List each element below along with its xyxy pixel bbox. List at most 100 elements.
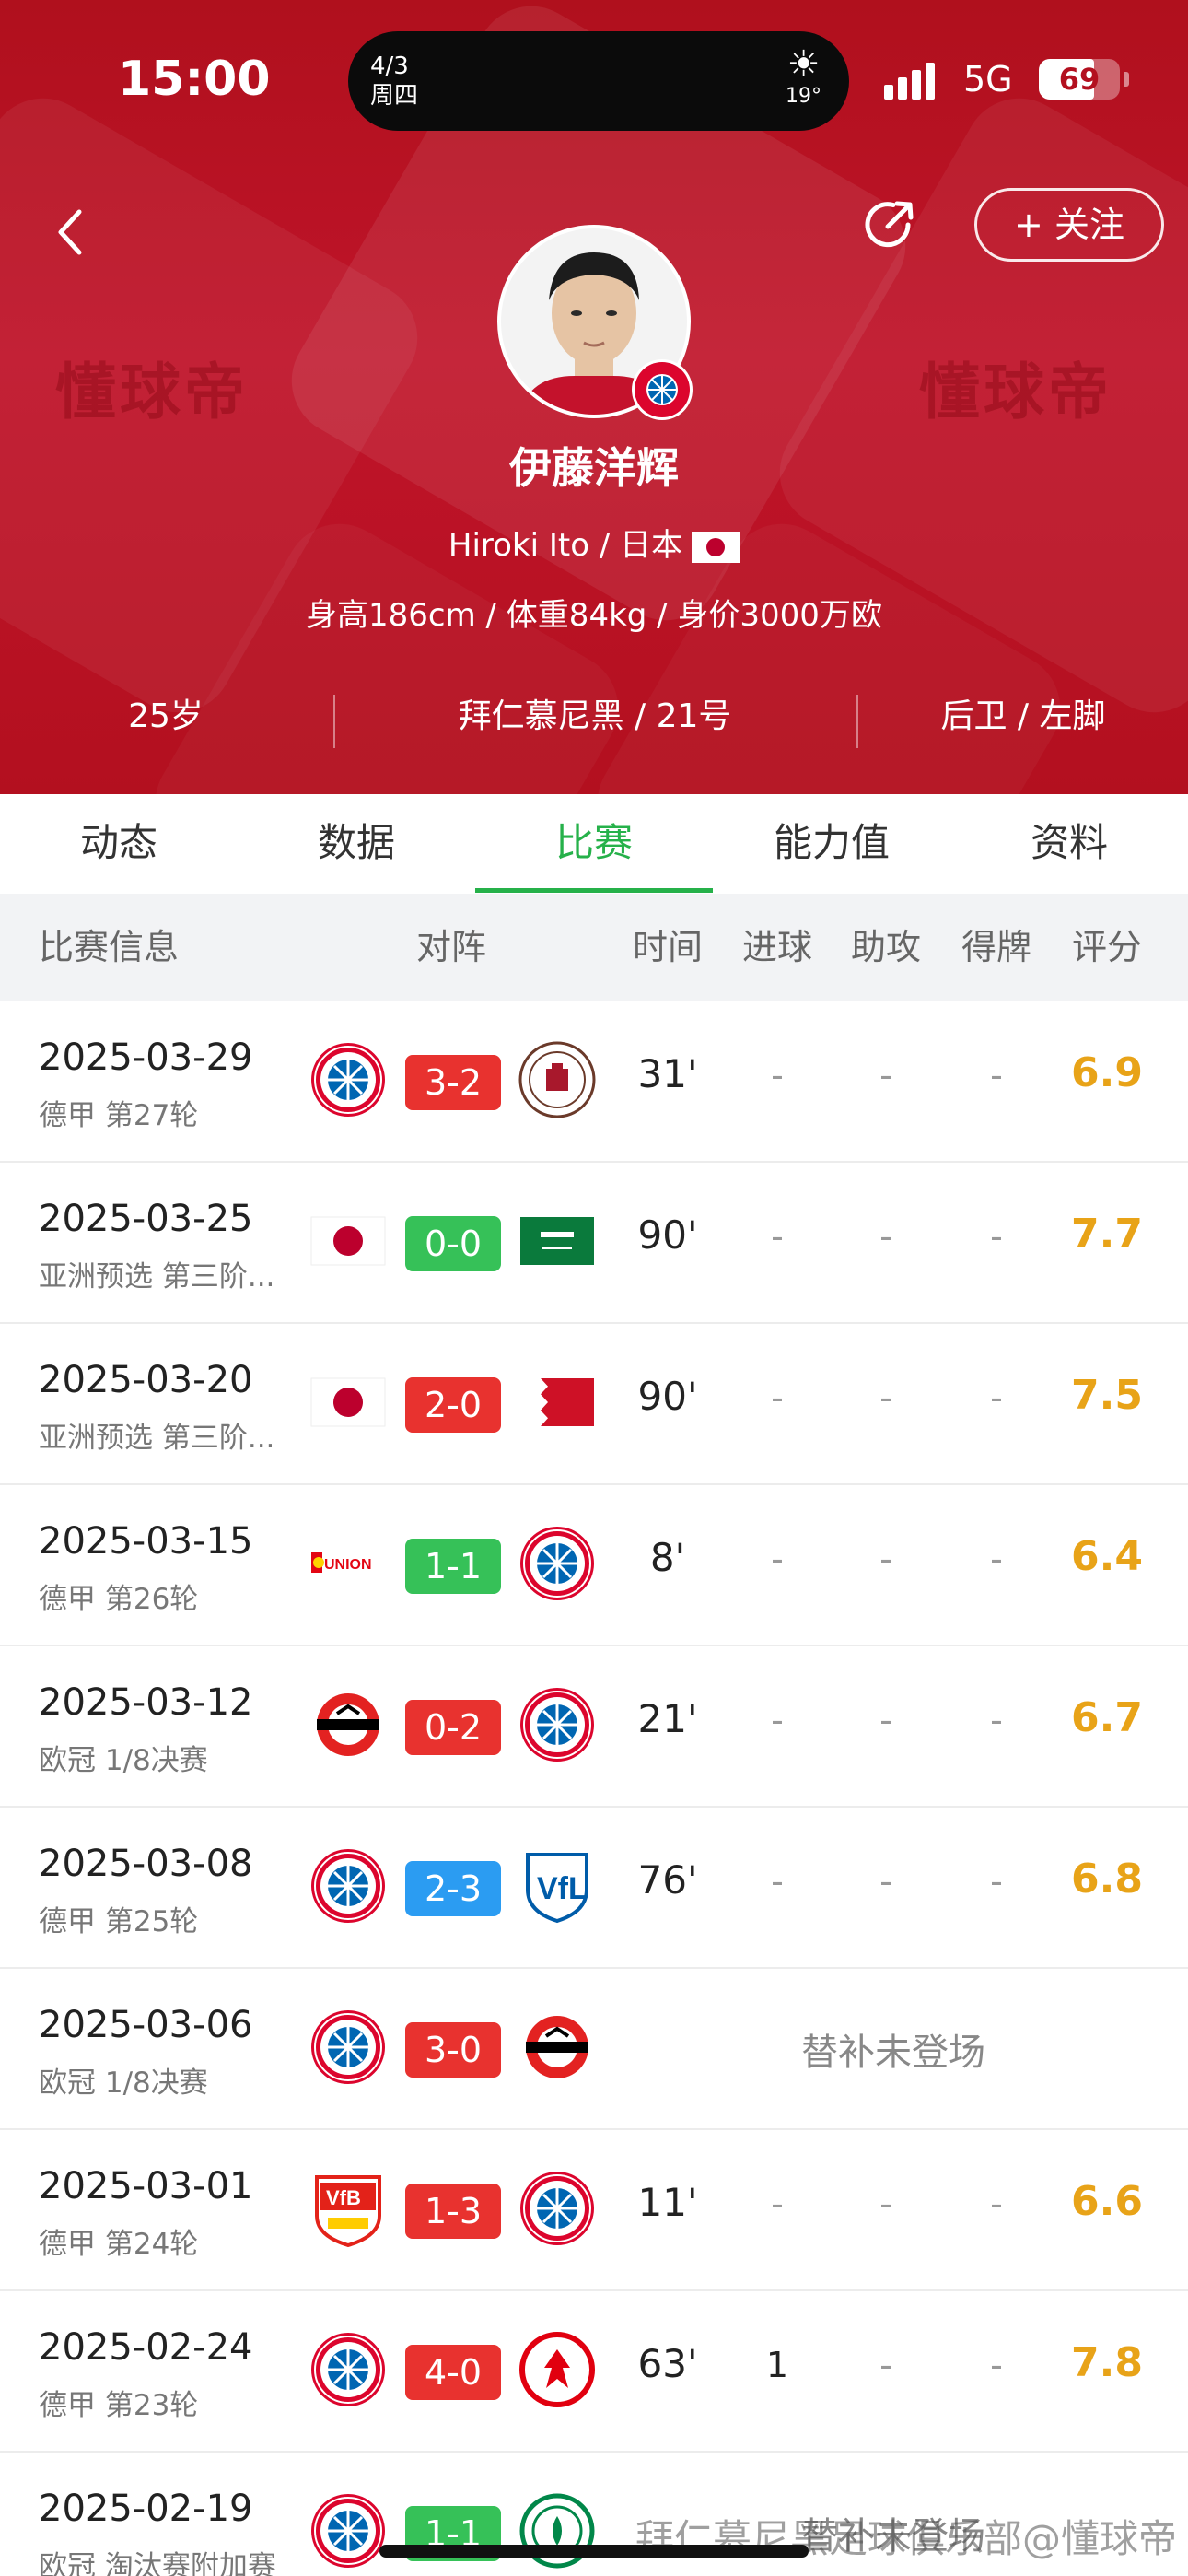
temperature: 19° bbox=[786, 85, 821, 108]
cards-value: - bbox=[990, 1216, 1003, 1257]
match-score: 2-3 bbox=[405, 1861, 501, 1916]
stuttgart-logo-icon: VfB bbox=[309, 2170, 387, 2247]
sun-icon: ☀ bbox=[786, 43, 821, 86]
tab-matches[interactable]: 比赛 bbox=[475, 794, 713, 894]
svg-text:VfL: VfL bbox=[537, 1871, 588, 1906]
match-score: 1-1 bbox=[405, 1539, 501, 1594]
saudi-logo-icon bbox=[518, 1202, 596, 1280]
assists-value: - bbox=[879, 1700, 892, 1740]
header-rating: 评分 bbox=[1071, 927, 1142, 967]
assists-value: - bbox=[879, 2184, 892, 2224]
watermark-logo: 懂球帝 bbox=[919, 357, 1112, 427]
player-header: 懂球帝 懂球帝 15:00 4/3 周四 ☀ 19° 5G 69 + 关注 伊藤… bbox=[0, 0, 1188, 794]
goals-value: - bbox=[771, 1700, 784, 1740]
bayern-logo-icon bbox=[309, 2331, 387, 2408]
club-badge-icon bbox=[632, 359, 693, 420]
match-row[interactable]: 2025-03-06 欧冠 1/8决赛 3-0 替补未登场 bbox=[0, 1969, 1188, 2130]
minutes-played: 76' bbox=[637, 1857, 698, 1903]
match-date: 2025-03-20 bbox=[39, 1359, 253, 1401]
header-matchup: 对阵 bbox=[415, 927, 486, 967]
tab-profile[interactable]: 资料 bbox=[950, 794, 1188, 894]
match-score: 2-0 bbox=[405, 1377, 501, 1433]
match-rating: 7.7 bbox=[1071, 1211, 1143, 1258]
match-row[interactable]: 2025-03-20 亚洲预选 第三阶... 2-0 90' - - - 7.5 bbox=[0, 1324, 1188, 1485]
assists-value: - bbox=[879, 1539, 892, 1579]
match-competition: 德甲 第23轮 bbox=[39, 2389, 199, 2422]
tab-ability[interactable]: 能力值 bbox=[713, 794, 950, 894]
match-row[interactable]: 2025-03-08 德甲 第25轮 2-3 VfL 76' - - - 6.8 bbox=[0, 1808, 1188, 1969]
match-rating: 6.6 bbox=[1071, 2178, 1143, 2225]
assists-value: - bbox=[879, 1377, 892, 1418]
player-info-row: 25岁 拜仁慕尼黑 / 21号 后卫 / 左脚 bbox=[0, 689, 1188, 754]
battery-cap bbox=[1124, 72, 1129, 87]
match-competition: 德甲 第24轮 bbox=[39, 2228, 199, 2261]
goals-value: - bbox=[771, 1539, 784, 1579]
match-score: 3-2 bbox=[405, 1055, 501, 1110]
header-info: 比赛信息 bbox=[39, 927, 180, 967]
leverkusen-logo-icon bbox=[309, 1686, 387, 1763]
match-row[interactable]: 2025-02-24 德甲 第23轮 4-0 63' 1 - - 7.8 bbox=[0, 2291, 1188, 2453]
match-score: 0-0 bbox=[405, 1216, 501, 1271]
japan-flag-icon bbox=[692, 531, 740, 563]
match-competition: 欧冠 1/8决赛 bbox=[39, 1744, 208, 1777]
minutes-played: 11' bbox=[637, 2180, 698, 2225]
cards-value: - bbox=[990, 1861, 1003, 1902]
cards-value: - bbox=[990, 1377, 1003, 1418]
tab-news[interactable]: 动态 bbox=[0, 794, 238, 894]
assists-value: - bbox=[879, 2345, 892, 2385]
player-nationality: Hiroki Ito / 日本 bbox=[0, 520, 1188, 565]
match-date: 2025-02-24 bbox=[39, 2326, 253, 2369]
match-competition: 欧冠 1/8决赛 bbox=[39, 2067, 208, 2100]
match-rating: 6.9 bbox=[1071, 1049, 1143, 1096]
goals-value: 1 bbox=[765, 2345, 789, 2385]
network-type: 5G bbox=[963, 59, 1013, 100]
match-competition: 德甲 第27轮 bbox=[39, 1099, 199, 1132]
cards-value: - bbox=[990, 1700, 1003, 1740]
minutes-played: 8' bbox=[649, 1535, 686, 1580]
minutes-played: 90' bbox=[637, 1212, 698, 1258]
svg-text:VfB: VfB bbox=[326, 2186, 361, 2209]
match-row[interactable]: 2025-03-12 欧冠 1/8决赛 0-2 21' - - - 6.7 bbox=[0, 1646, 1188, 1808]
union-logo-icon: UNION bbox=[309, 1525, 387, 1602]
match-date: 2025-03-08 bbox=[39, 1843, 253, 1885]
follow-button[interactable]: + 关注 bbox=[974, 188, 1164, 262]
share-icon[interactable] bbox=[860, 195, 919, 254]
match-score: 4-0 bbox=[405, 2345, 501, 2400]
match-row[interactable]: 2025-03-01 德甲 第24轮 VfB 1-3 11' - - - 6.6 bbox=[0, 2130, 1188, 2291]
assists-value: - bbox=[879, 1861, 892, 1902]
match-date: 2025-03-29 bbox=[39, 1036, 253, 1079]
match-date: 2025-03-06 bbox=[39, 2004, 253, 2046]
match-score: 3-0 bbox=[405, 2022, 501, 2078]
match-row[interactable]: 2025-03-15 德甲 第26轮 UNION 1-1 8' - - - 6.4 bbox=[0, 1485, 1188, 1646]
bayern-logo-icon bbox=[518, 1525, 596, 1602]
assists-value: - bbox=[879, 1055, 892, 1095]
match-rating: 6.4 bbox=[1071, 1533, 1143, 1580]
battery-icon: 69 bbox=[1039, 59, 1120, 100]
back-arrow-icon[interactable] bbox=[53, 205, 90, 260]
active-tab-indicator bbox=[475, 888, 713, 893]
header-cards: 得牌 bbox=[961, 927, 1031, 967]
goals-value: - bbox=[771, 2184, 784, 2224]
match-competition: 德甲 第25轮 bbox=[39, 1905, 199, 1938]
match-score: 0-2 bbox=[405, 1700, 501, 1755]
match-row[interactable]: 2025-03-25 亚洲预选 第三阶... 0-0 90' - - - 7.7 bbox=[0, 1163, 1188, 1324]
match-row[interactable]: 2025-03-29 德甲 第27轮 3-2 31' - - - 6.9 bbox=[0, 1001, 1188, 1163]
header-goals: 进球 bbox=[741, 927, 812, 967]
battery-level: 69 bbox=[1058, 62, 1101, 97]
bayern-logo-icon bbox=[309, 2008, 387, 2086]
minutes-played: 31' bbox=[637, 1051, 698, 1096]
weather-widget: ☀ 19° bbox=[786, 44, 821, 108]
player-club[interactable]: 拜仁慕尼黑 / 21号 bbox=[335, 689, 855, 744]
match-competition: 欧冠 淘汰赛附加赛 bbox=[39, 2550, 276, 2576]
bayern-logo-icon bbox=[518, 2170, 596, 2247]
svg-text:UNION: UNION bbox=[324, 1557, 372, 1573]
watermark-logo: 懂球帝 bbox=[55, 357, 249, 427]
tab-data[interactable]: 数据 bbox=[238, 794, 475, 894]
player-name: 伊藤洋辉 bbox=[509, 443, 679, 493]
goals-value: - bbox=[771, 1216, 784, 1257]
japan-logo-icon bbox=[309, 1202, 387, 1280]
goals-value: - bbox=[771, 1861, 784, 1902]
cards-value: - bbox=[990, 2345, 1003, 2385]
match-date: 2025-03-12 bbox=[39, 1681, 253, 1724]
match-rating: 7.8 bbox=[1071, 2339, 1143, 2386]
